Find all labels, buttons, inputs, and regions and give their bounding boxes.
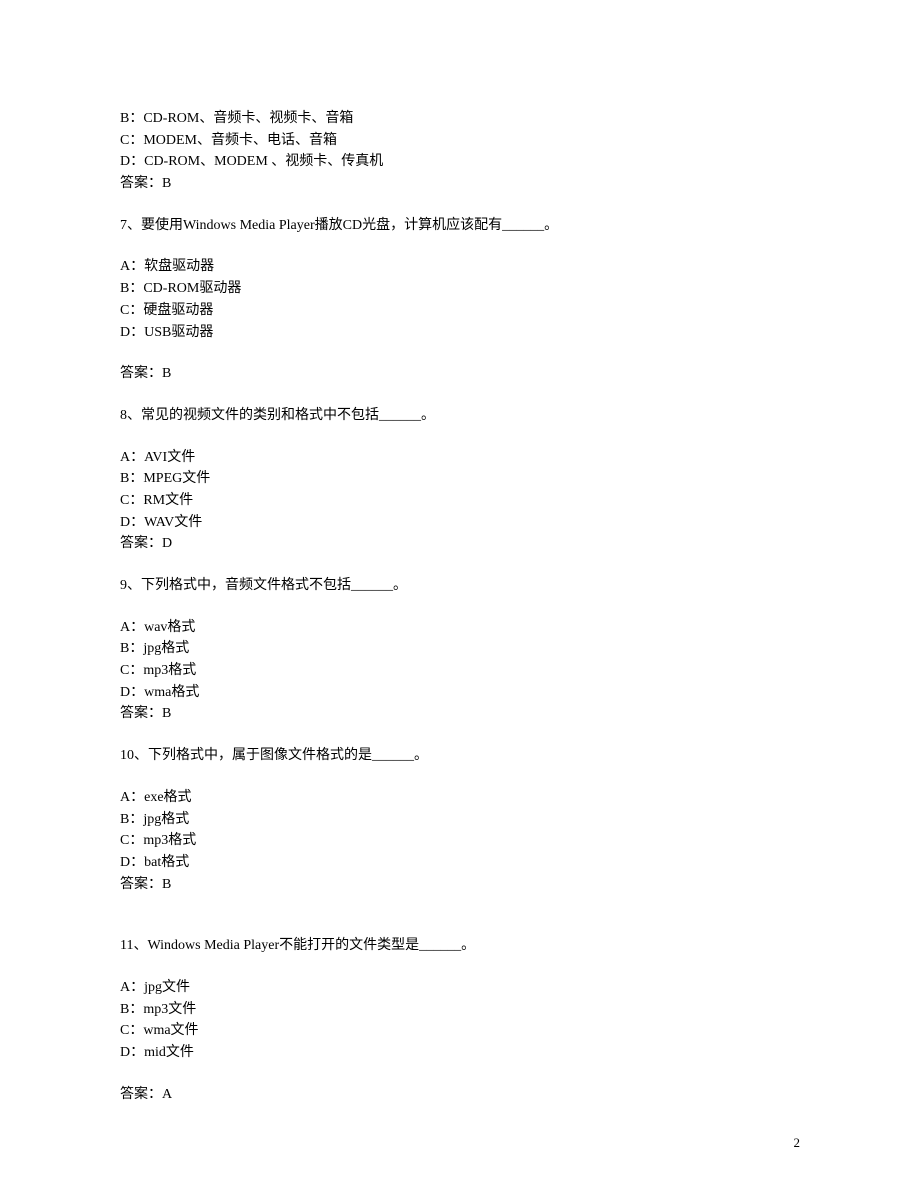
- q10-option-b: B：jpg格式: [120, 809, 800, 831]
- q7-question: 7、要使用Windows Media Player播放CD光盘，计算机应该配有_…: [120, 215, 800, 237]
- q10-question: 10、下列格式中，属于图像文件格式的是______。: [120, 745, 800, 767]
- q7-answer: 答案：B: [120, 363, 800, 385]
- q9-answer: 答案：B: [120, 703, 800, 725]
- q10-option-a: A：exe格式: [120, 787, 800, 809]
- q8-question: 8、常见的视频文件的类别和格式中不包括______。: [120, 405, 800, 427]
- intro-answer: 答案：B: [120, 173, 800, 195]
- q7-option-a: A：软盘驱动器: [120, 256, 800, 278]
- q7-option-d: D：USB驱动器: [120, 322, 800, 344]
- q10-answer: 答案：B: [120, 874, 800, 896]
- q11-option-c: C：wma文件: [120, 1020, 800, 1042]
- intro-option-b: B：CD-ROM、音频卡、视频卡、音箱: [120, 108, 800, 130]
- page-number: 2: [794, 1133, 801, 1153]
- q8-option-b: B：MPEG文件: [120, 468, 800, 490]
- document-page: B：CD-ROM、音频卡、视频卡、音箱 C：MODEM、音频卡、电话、音箱 D：…: [0, 0, 920, 1191]
- q11-question: 11、Windows Media Player不能打开的文件类型是______。: [120, 935, 800, 957]
- q11-option-b: B：mp3文件: [120, 999, 800, 1021]
- q9-option-b: B：jpg格式: [120, 638, 800, 660]
- q11-answer: 答案：A: [120, 1084, 800, 1106]
- q11-option-d: D：mid文件: [120, 1042, 800, 1064]
- q7-option-b: B：CD-ROM驱动器: [120, 278, 800, 300]
- intro-option-d: D：CD-ROM、MODEM 、视频卡、传真机: [120, 151, 800, 173]
- q8-option-c: C：RM文件: [120, 490, 800, 512]
- intro-option-c: C：MODEM、音频卡、电话、音箱: [120, 130, 800, 152]
- q9-option-d: D：wma格式: [120, 682, 800, 704]
- q9-question: 9、下列格式中，音频文件格式不包括______。: [120, 575, 800, 597]
- q11-option-a: A：jpg文件: [120, 977, 800, 999]
- q8-option-d: D：WAV文件: [120, 512, 800, 534]
- q9-option-c: C：mp3格式: [120, 660, 800, 682]
- q8-option-a: A：AVI文件: [120, 447, 800, 469]
- q9-option-a: A：wav格式: [120, 617, 800, 639]
- q10-option-c: C：mp3格式: [120, 830, 800, 852]
- q8-answer: 答案：D: [120, 533, 800, 555]
- q7-option-c: C：硬盘驱动器: [120, 300, 800, 322]
- q10-option-d: D：bat格式: [120, 852, 800, 874]
